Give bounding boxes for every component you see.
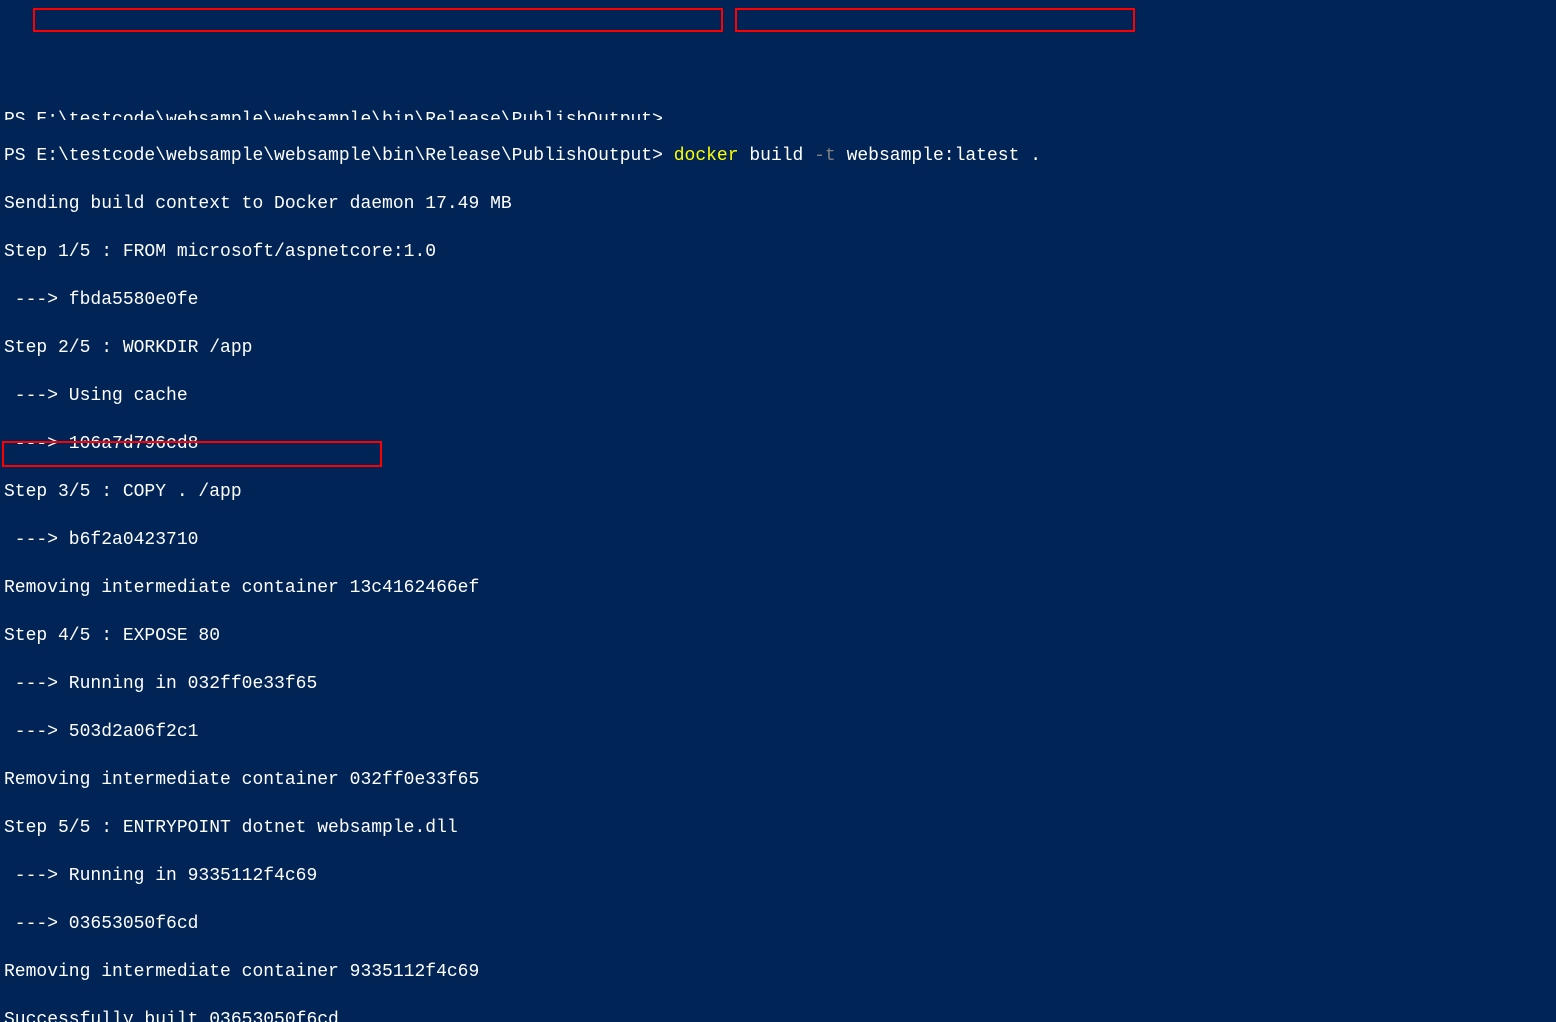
output-line: Step 2/5 : WORKDIR /app [4, 336, 1552, 360]
output-line: Step 5/5 : ENTRYPOINT dotnet websample.d… [4, 816, 1552, 840]
output-line: ---> Using cache [4, 384, 1552, 408]
output-line: Step 4/5 : EXPOSE 80 [4, 624, 1552, 648]
output-line: ---> 503d2a06f2c1 [4, 720, 1552, 744]
cmd-docker: docker [674, 146, 750, 166]
output-line: Step 1/5 : FROM microsoft/aspnetcore:1.0 [4, 240, 1552, 264]
output-line: ---> Running in 032ff0e33f65 [4, 672, 1552, 696]
highlight-box-path [33, 8, 723, 32]
output-line: Sending build context to Docker daemon 1… [4, 192, 1552, 216]
cmd-tag: websample:latest . [847, 146, 1041, 166]
output-line: Removing intermediate container 9335112f… [4, 960, 1552, 984]
output-line: ---> Running in 9335112f4c69 [4, 864, 1552, 888]
prompt-ps: PS [4, 146, 36, 166]
prompt-line[interactable]: PS E:\testcode\websample\websample\bin\R… [4, 144, 1552, 168]
output-line: Removing intermediate container 13c41624… [4, 576, 1552, 600]
output-line: Successfully built 03653050f6cd [4, 1008, 1552, 1022]
highlight-box-command [735, 8, 1135, 32]
output-line: Removing intermediate container 032ff0e3… [4, 768, 1552, 792]
cmd-trail [1041, 146, 1052, 166]
cmd-build: build [749, 146, 814, 166]
prompt-gt: > [652, 146, 674, 166]
output-line: ---> b6f2a0423710 [4, 528, 1552, 552]
output-line: Step 3/5 : COPY . /app [4, 480, 1552, 504]
cmd-flag: -t [814, 146, 846, 166]
output-line: ---> 106a7d796cd8 [4, 432, 1552, 456]
output-line: ---> 03653050f6cd [4, 912, 1552, 936]
output-line: ---> fbda5580e0fe [4, 288, 1552, 312]
prompt-path: E:\testcode\websample\websample\bin\Rele… [36, 146, 652, 166]
partial-top-line: PS E:\testcode\websample\websample\bin\R… [4, 108, 1552, 120]
terminal-output[interactable]: PS E:\testcode\websample\websample\bin\R… [4, 96, 1552, 1022]
